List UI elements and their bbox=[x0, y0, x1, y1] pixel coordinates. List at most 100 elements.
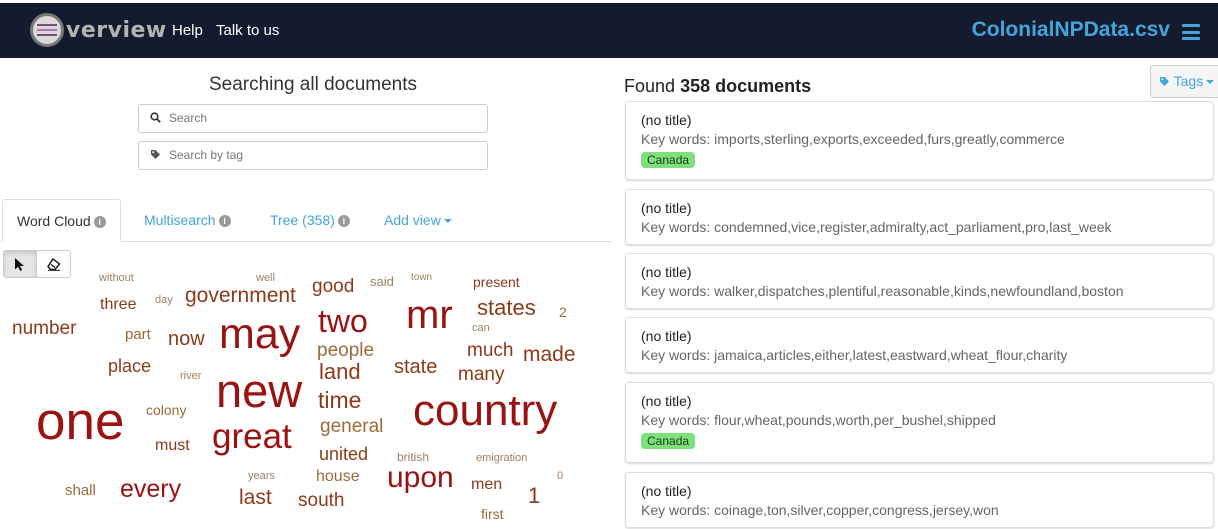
cloud-word-last[interactable]: last bbox=[239, 487, 272, 508]
add-view-label: Add view bbox=[384, 212, 441, 228]
document-title: (no title) bbox=[641, 112, 692, 128]
logo-o-icon bbox=[30, 13, 64, 47]
cloud-word-country[interactable]: country bbox=[413, 389, 557, 433]
cloud-word-place[interactable]: place bbox=[108, 357, 151, 375]
cloud-word-now[interactable]: now bbox=[168, 329, 205, 349]
cloud-word-shall[interactable]: shall bbox=[65, 483, 96, 498]
cloud-word-river[interactable]: river bbox=[180, 371, 201, 382]
cloud-word-great[interactable]: great bbox=[212, 419, 292, 454]
tab-tree-label: Tree (358) bbox=[270, 212, 335, 228]
cloud-word-land[interactable]: land bbox=[319, 361, 361, 383]
cloud-word-first[interactable]: first bbox=[481, 507, 504, 521]
document-title: (no title) bbox=[641, 264, 692, 280]
cloud-word-good[interactable]: good bbox=[312, 277, 354, 296]
cloud-word-made[interactable]: made bbox=[523, 344, 576, 365]
cloud-word-house[interactable]: house bbox=[316, 469, 360, 485]
cloud-word-three[interactable]: three bbox=[100, 297, 136, 313]
cursor-icon bbox=[15, 257, 24, 271]
cloud-word-part[interactable]: part bbox=[125, 327, 151, 342]
tab-word-cloud-label: Word Cloud bbox=[17, 213, 91, 229]
cloud-word-two[interactable]: two bbox=[318, 305, 368, 337]
word-cloud: without well town three day government good sai… bbox=[0, 250, 612, 529]
overview-logo[interactable]: verview bbox=[30, 13, 167, 47]
results-count: Found 358 documents bbox=[624, 76, 811, 97]
eraser-tool-button[interactable] bbox=[37, 251, 70, 277]
tab-tree[interactable]: Tree (358) i bbox=[270, 199, 350, 242]
document-title: (no title) bbox=[641, 483, 692, 499]
cloud-word-state[interactable]: state bbox=[394, 357, 437, 377]
document-item[interactable]: (no title) Key words: jamaica,articles,e… bbox=[625, 317, 1214, 373]
document-item[interactable]: (no title) Key words: walker,dispatches,… bbox=[625, 253, 1214, 309]
tag-badge[interactable]: Canada bbox=[641, 433, 696, 449]
cloud-word-may[interactable]: may bbox=[219, 313, 300, 356]
cloud-word-government[interactable]: government bbox=[185, 285, 296, 306]
cloud-word-years[interactable]: years bbox=[248, 471, 275, 482]
cloud-word-present[interactable]: present bbox=[473, 275, 520, 289]
tag-icon bbox=[1160, 77, 1169, 86]
tag-icon bbox=[150, 142, 161, 169]
cloud-word-number[interactable]: number bbox=[12, 319, 76, 338]
search-icon bbox=[150, 105, 161, 132]
document-set-title[interactable]: ColonialNPData.csv bbox=[972, 18, 1170, 42]
cloud-word-town[interactable]: town bbox=[411, 273, 432, 283]
talk-to-us-link[interactable]: Talk to us bbox=[216, 22, 279, 39]
info-icon[interactable]: i bbox=[337, 215, 350, 227]
search-placeholder: Search bbox=[169, 111, 208, 125]
cloud-word-emigration[interactable]: emigration bbox=[476, 453, 527, 464]
info-icon[interactable]: i bbox=[218, 215, 231, 227]
cloud-word-1[interactable]: 1 bbox=[528, 485, 540, 507]
cloud-word-without[interactable]: without bbox=[99, 273, 134, 284]
document-item[interactable]: (no title) Key words: condemned,vice,reg… bbox=[625, 189, 1214, 245]
document-keywords: Key words: coinage,ton,silver,copper,con… bbox=[641, 502, 999, 518]
cloud-word-united[interactable]: united bbox=[319, 445, 368, 463]
cloud-word-many[interactable]: many bbox=[458, 365, 504, 384]
document-item[interactable]: (no title) Key words: imports,sterling,e… bbox=[625, 101, 1214, 180]
cloud-word-much[interactable]: much bbox=[467, 341, 513, 360]
left-panel: Searching all documents Search Search by… bbox=[0, 58, 612, 529]
document-keywords: Key words: jamaica,articles,either,lates… bbox=[641, 347, 1068, 363]
cloud-word-people[interactable]: people bbox=[317, 341, 374, 360]
view-tabs: Word Cloud i Multisearch i Tree (358) i Add… bbox=[0, 199, 612, 242]
top-navbar: verview Help Talk to us ColonialNPData.c… bbox=[0, 0, 1218, 58]
search-by-tag-placeholder: Search by tag bbox=[169, 148, 244, 162]
search-by-tag-input[interactable]: Search by tag bbox=[138, 141, 488, 170]
cloud-word-new[interactable]: new bbox=[216, 367, 302, 414]
document-keywords: Key words: walker,dispatches,plentiful,r… bbox=[641, 283, 1124, 299]
tab-multisearch[interactable]: Multisearch i bbox=[144, 199, 231, 242]
cloud-word-states[interactable]: states bbox=[477, 297, 536, 319]
cloud-word-can[interactable]: can bbox=[472, 323, 490, 334]
tab-word-cloud[interactable]: Word Cloud i bbox=[2, 199, 121, 242]
cloud-word-every[interactable]: every bbox=[120, 477, 181, 502]
cloud-word-2[interactable]: 2 bbox=[559, 305, 567, 319]
tags-dropdown-button[interactable]: Tags bbox=[1150, 65, 1218, 98]
cloud-word-general[interactable]: general bbox=[320, 417, 383, 436]
cloud-word-time[interactable]: time bbox=[318, 389, 361, 412]
tab-multisearch-label: Multisearch bbox=[144, 212, 216, 228]
cloud-word-colony[interactable]: colony bbox=[146, 403, 186, 417]
help-link[interactable]: Help bbox=[172, 22, 203, 39]
search-input[interactable]: Search bbox=[138, 104, 488, 133]
chevron-down-icon bbox=[443, 219, 452, 223]
document-title: (no title) bbox=[641, 393, 692, 409]
cloud-word-said[interactable]: said bbox=[370, 275, 394, 288]
document-item[interactable]: (no title) Key words: flour,wheat,pounds… bbox=[625, 382, 1214, 463]
cloud-word-upon[interactable]: upon bbox=[387, 463, 454, 493]
info-icon[interactable]: i bbox=[93, 216, 106, 228]
add-view-dropdown[interactable]: Add view bbox=[384, 199, 452, 242]
document-keywords: Key words: flour,wheat,pounds,worth,per_… bbox=[641, 412, 996, 428]
cloud-word-men[interactable]: men bbox=[471, 477, 502, 493]
found-count: 358 documents bbox=[680, 76, 812, 96]
tags-label: Tags bbox=[1173, 73, 1204, 89]
cloud-word-mr[interactable]: mr bbox=[406, 295, 453, 335]
cloud-word-well[interactable]: well bbox=[256, 273, 275, 284]
hamburger-menu-icon[interactable] bbox=[1182, 24, 1200, 40]
cloud-tool-group bbox=[3, 250, 71, 278]
document-item[interactable]: (no title) Key words: coinage,ton,silver… bbox=[625, 472, 1214, 528]
select-tool-button[interactable] bbox=[4, 251, 38, 277]
cloud-word-day[interactable]: day bbox=[155, 295, 173, 306]
cloud-word-south[interactable]: south bbox=[298, 491, 344, 510]
cloud-word-one[interactable]: one bbox=[36, 395, 124, 448]
cloud-word-0[interactable]: 0 bbox=[557, 471, 563, 482]
tag-badge[interactable]: Canada bbox=[641, 152, 696, 168]
cloud-word-must[interactable]: must bbox=[155, 438, 190, 454]
